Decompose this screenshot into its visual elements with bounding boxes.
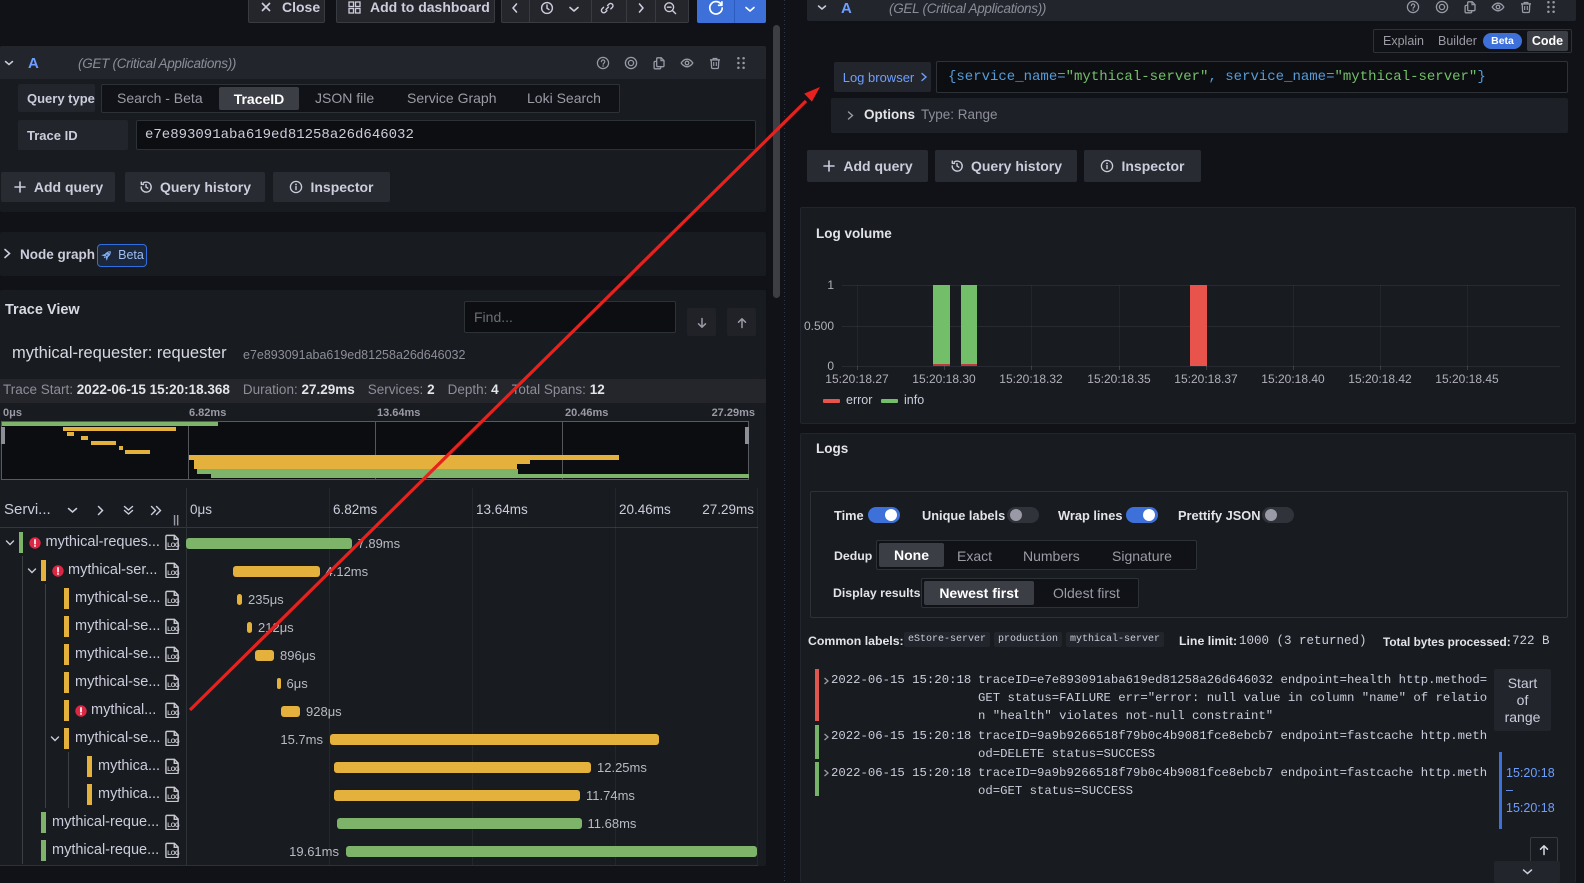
svg-text:LOG: LOG [167,822,180,829]
svg-text:LOG: LOG [167,654,180,661]
svg-text:LOG: LOG [167,710,180,717]
svg-text:LOG: LOG [167,766,180,773]
svg-text:LOG: LOG [167,738,180,745]
svg-text:LOG: LOG [167,682,180,689]
svg-text:LOG: LOG [167,794,180,801]
svg-text:LOG: LOG [167,598,180,605]
svg-text:LOG: LOG [167,626,180,633]
svg-text:LOG: LOG [167,542,180,549]
svg-text:LOG: LOG [167,570,180,577]
svg-text:LOG: LOG [167,850,180,857]
